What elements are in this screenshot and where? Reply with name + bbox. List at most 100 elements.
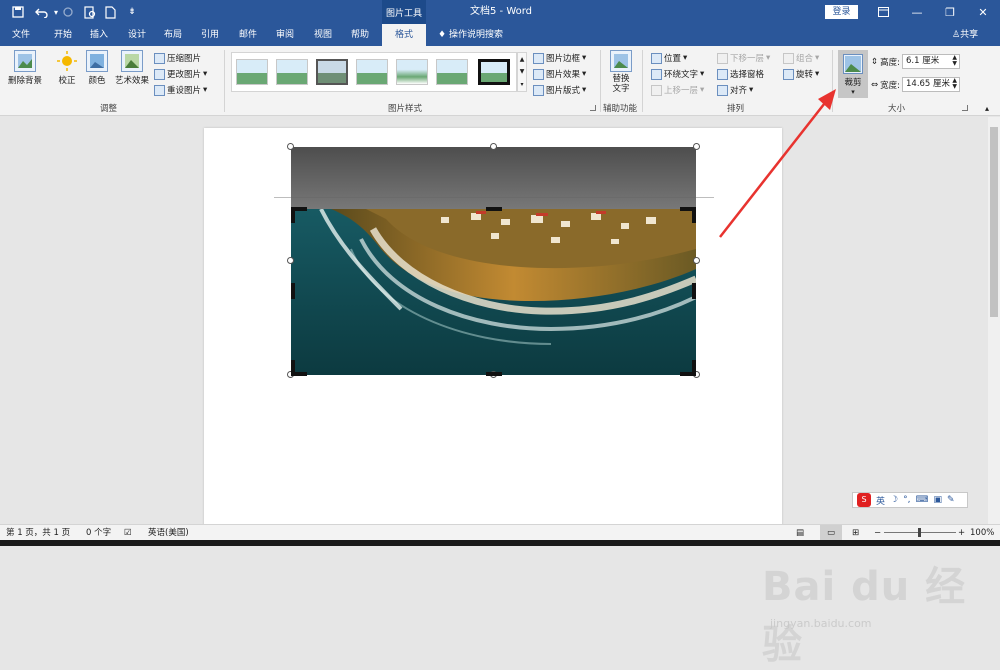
tell-me-search[interactable]: ♦ 操作说明搜索	[438, 24, 503, 46]
change-picture-button[interactable]: 更改图片 ▾	[154, 68, 207, 80]
proofing-icon[interactable]: ☑	[124, 525, 132, 541]
alt-text-button[interactable]: 替换文字	[606, 50, 636, 94]
resize-handle[interactable]	[693, 257, 700, 264]
picture-effects-label: 图片效果	[546, 70, 581, 80]
change-picture-label: 更改图片	[167, 70, 202, 80]
scrollbar-thumb[interactable]	[990, 127, 998, 317]
zoom-slider-thumb[interactable]	[918, 528, 921, 537]
zoom-level[interactable]: 100%	[970, 525, 994, 541]
page-count[interactable]: 第 1 页，共 1 页	[6, 525, 70, 541]
position-button[interactable]: 位置 ▾	[651, 52, 687, 64]
remove-background-button[interactable]: 删除背景	[6, 50, 44, 86]
zoom-out-icon[interactable]: −	[874, 525, 881, 541]
print-preview-icon[interactable]	[80, 0, 100, 24]
crop-handle-left[interactable]	[291, 283, 295, 299]
crop-handle-bottom[interactable]	[486, 372, 502, 376]
picture-border-button[interactable]: 图片边框 ▾	[533, 52, 586, 64]
login-button[interactable]: 登录	[825, 5, 858, 19]
tab-view[interactable]: 视图	[308, 24, 338, 46]
cropped-area[interactable]	[291, 147, 696, 209]
picture-style-3[interactable]	[316, 59, 348, 85]
corrections-button[interactable]: 校正	[54, 50, 80, 86]
tab-design[interactable]: 设计	[122, 24, 152, 46]
picture-style-4[interactable]	[356, 59, 388, 85]
web-layout-icon[interactable]: ⊞	[852, 525, 859, 541]
tab-help[interactable]: 帮助	[345, 24, 375, 46]
accessibility-group-label: 辅助功能	[603, 104, 638, 114]
size-launcher-icon[interactable]	[962, 105, 968, 111]
ime-toolbar[interactable]: S 英 ☽ °, ⌨ ▣ ✎	[852, 492, 968, 508]
share-button[interactable]: ♙共享	[952, 24, 978, 46]
word-count[interactable]: 0 个字	[86, 525, 111, 541]
keyboard-icon[interactable]: ⌨	[915, 495, 928, 505]
sun-icon	[56, 50, 78, 72]
moon-icon[interactable]: ☽	[890, 495, 898, 505]
height-input[interactable]: 6.1 厘米 ▲ ▼	[902, 54, 960, 69]
new-document-icon[interactable]	[100, 0, 120, 24]
color-button[interactable]: 颜色	[84, 50, 110, 86]
crop-handle-bottom-left[interactable]	[291, 360, 295, 376]
ime-language[interactable]: 英	[876, 494, 885, 507]
picture-style-5[interactable]	[396, 59, 428, 85]
collapse-ribbon-icon[interactable]: ▴	[985, 104, 989, 113]
tab-references[interactable]: 引用	[195, 24, 225, 46]
minimize-icon[interactable]: —	[900, 0, 934, 24]
gallery-down-icon[interactable]: ▼	[520, 68, 525, 75]
focus-mode-icon[interactable]: ▤	[796, 525, 804, 541]
picture-effects-button[interactable]: 图片效果 ▾	[533, 68, 586, 80]
zoom-in-icon[interactable]: +	[958, 525, 965, 541]
restore-icon[interactable]: ❐	[933, 0, 967, 24]
redo-icon[interactable]	[58, 0, 78, 24]
tab-file[interactable]: 文件	[6, 24, 36, 46]
tab-insert[interactable]: 插入	[84, 24, 114, 46]
chevron-down-icon: ▾	[683, 53, 688, 63]
wrench-icon[interactable]: ✎	[947, 495, 955, 505]
width-input[interactable]: 14.65 厘米 ▲ ▼	[902, 77, 960, 92]
bring-forward-button[interactable]: 上移一层 ▾	[651, 84, 704, 96]
resize-handle[interactable]	[490, 143, 497, 150]
group-button[interactable]: 组合 ▾	[783, 52, 819, 64]
picture-style-1[interactable]	[236, 59, 268, 85]
crop-handle-top-left[interactable]	[291, 207, 295, 223]
selected-picture[interactable]	[291, 209, 696, 375]
tab-home[interactable]: 开始	[48, 24, 78, 46]
tab-format[interactable]: 格式	[382, 24, 426, 46]
print-layout-icon[interactable]: ▭	[820, 525, 842, 541]
picture-style-7[interactable]	[478, 59, 510, 85]
vertical-scrollbar[interactable]	[988, 117, 1000, 524]
compress-pictures-button[interactable]: 压缩图片	[154, 52, 201, 64]
picture-layout-button[interactable]: 图片版式 ▾	[533, 84, 586, 96]
artistic-effects-button[interactable]: 艺术效果	[112, 50, 152, 86]
picture-style-2[interactable]	[276, 59, 308, 85]
skin-icon[interactable]: ▣	[933, 495, 942, 505]
tab-review[interactable]: 审阅	[270, 24, 300, 46]
language-indicator[interactable]: 英语(美国)	[148, 525, 189, 541]
close-icon[interactable]: ✕	[966, 0, 1000, 24]
width-spinner-icon[interactable]: ▲ ▼	[952, 78, 957, 90]
title-bar: ▾ ⇟ 图片工具 文档5 - Word 登录 — ❐ ✕	[0, 0, 1000, 24]
picture-styles-launcher-icon[interactable]	[590, 105, 596, 111]
crop-handle-top-right[interactable]	[692, 207, 696, 223]
crop-handle-bottom-right[interactable]	[692, 360, 696, 376]
resize-handle[interactable]	[693, 143, 700, 150]
gallery-more-icon[interactable]: ▾	[520, 81, 523, 88]
gallery-scroll[interactable]: ▲ ▼ ▾	[517, 52, 527, 92]
resize-handle[interactable]	[287, 143, 294, 150]
save-icon[interactable]	[8, 0, 28, 24]
wrap-text-button[interactable]: 环绕文字 ▾	[651, 68, 704, 80]
reset-picture-button[interactable]: 重设图片 ▾	[154, 84, 207, 96]
tab-mailings[interactable]: 邮件	[233, 24, 263, 46]
zoom-slider[interactable]	[884, 528, 956, 537]
height-spinner-icon[interactable]: ▲ ▼	[952, 55, 957, 67]
remove-background-label: 删除背景	[7, 76, 42, 86]
tab-layout[interactable]: 布局	[158, 24, 188, 46]
punctuation-icon[interactable]: °,	[903, 495, 910, 505]
picture-style-6[interactable]	[436, 59, 468, 85]
resize-handle[interactable]	[287, 257, 294, 264]
ribbon-display-options-icon[interactable]	[866, 0, 900, 24]
crop-handle-top[interactable]	[486, 207, 502, 211]
gallery-up-icon[interactable]: ▲	[520, 56, 525, 63]
send-backward-button[interactable]: 下移一层 ▾	[717, 52, 770, 64]
crop-handle-right[interactable]	[692, 283, 696, 299]
customize-qat-icon[interactable]: ⇟	[122, 0, 142, 24]
